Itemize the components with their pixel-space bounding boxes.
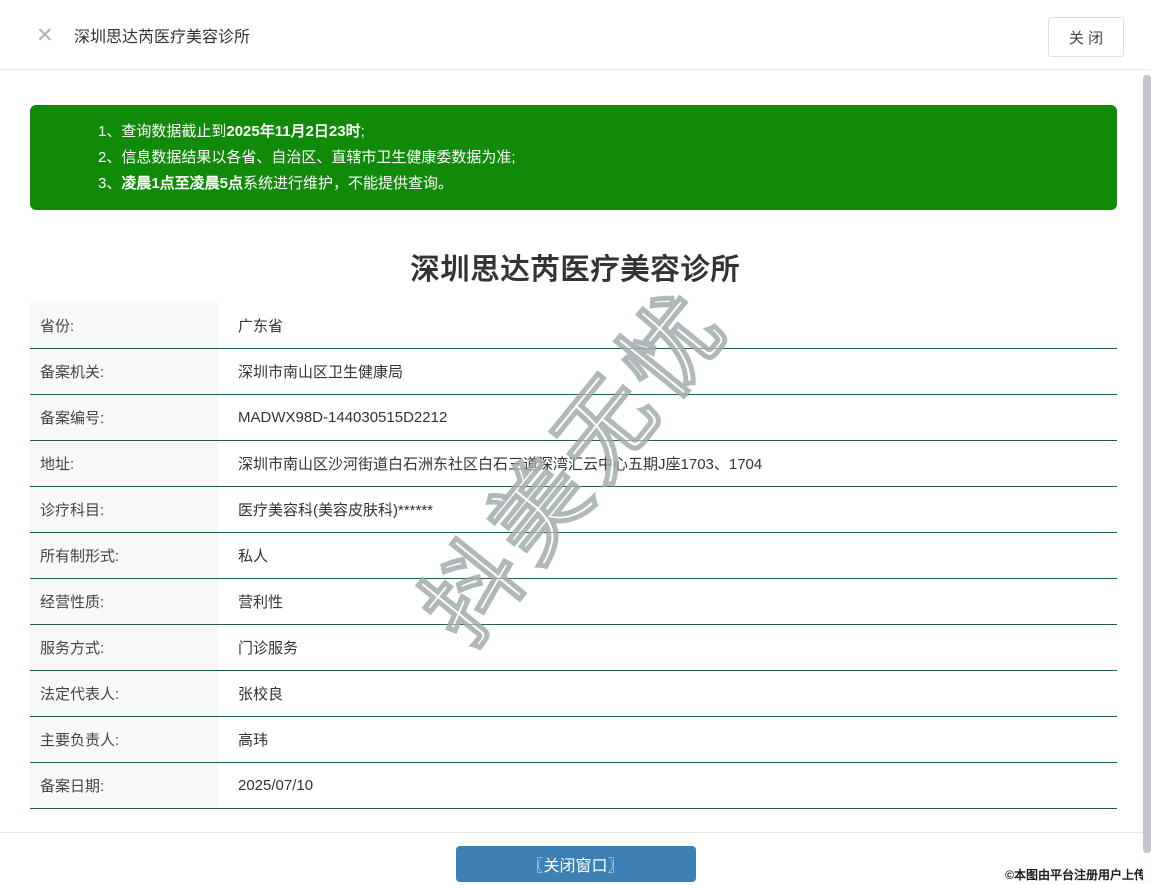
notice-line-3: 3、凌晨1点至凌晨5点系统进行维护，不能提供查询。 <box>98 171 1097 197</box>
row-label: 法定代表人: <box>30 671 218 716</box>
notice-line-number: 1、 <box>98 123 122 140</box>
table-row-legal-representative: 法定代表人: 张校良 <box>30 671 1117 717</box>
row-value: 2025/07/10 <box>238 777 314 794</box>
row-label: 地址: <box>30 441 218 486</box>
notice-line-text: ; <box>360 123 365 140</box>
notice-line-1: 1、查询数据截止到2025年11月2日23时; <box>98 119 1097 145</box>
notice-line-text: 信息数据结果以各省、自治区、直辖市卫生健康委数据为准; <box>121 149 516 166</box>
row-label: 备案机关: <box>30 349 218 394</box>
row-value: 深圳市南山区卫生健康局 <box>238 364 404 381</box>
row-value: 营利性 <box>238 594 284 611</box>
top-bar: ✕ 深圳思达芮医疗美容诊所 关 闭 <box>0 0 1151 70</box>
scrollbar-track[interactable] <box>1143 71 1151 885</box>
upload-note-watermark: ©本图由平台注册用户上传 <box>1005 868 1146 882</box>
footer-divider <box>0 832 1151 833</box>
row-value: 门诊服务 <box>238 640 299 657</box>
row-value: 医疗美容科(美容皮肤科)****** <box>238 502 434 519</box>
close-window-button[interactable]: 〖关闭窗口〗 <box>455 846 696 882</box>
table-row-principal: 主要负责人: 高玮 <box>30 717 1117 763</box>
row-label: 诊疗科目: <box>30 487 218 532</box>
table-row-ownership: 所有制形式: 私人 <box>30 533 1117 579</box>
row-value: 广东省 <box>238 318 284 335</box>
notice-line-bold: 2025年11月2日23时 <box>226 123 361 140</box>
row-label: 所有制形式: <box>30 533 218 578</box>
info-table: 省份: 广东省 备案机关: 深圳市南山区卫生健康局 备案编号: MADWX98D… <box>30 303 1117 809</box>
row-value: MADWX98D-144030515D2212 <box>238 409 448 426</box>
table-row-filing-number: 备案编号: MADWX98D-144030515D2212 <box>30 395 1117 441</box>
table-row-service-mode: 服务方式: 门诊服务 <box>30 625 1117 671</box>
close-button[interactable]: 关 闭 <box>1048 17 1124 57</box>
row-value: 高玮 <box>238 732 269 749</box>
table-row-business-nature: 经营性质: 营利性 <box>30 579 1117 625</box>
row-label: 省份: <box>30 303 218 348</box>
table-row-filing-date: 备案日期: 2025/07/10 <box>30 763 1117 809</box>
page-title: 深圳思达芮医疗美容诊所 <box>410 254 741 286</box>
row-label: 经营性质: <box>30 579 218 624</box>
window-title: 深圳思达芮医疗美容诊所 <box>74 29 251 46</box>
notice-line-text: 系统进行维护，不能提供查询。 <box>243 175 454 192</box>
close-x-icon[interactable]: ✕ <box>36 0 54 70</box>
table-row-province: 省份: 广东省 <box>30 303 1117 349</box>
row-label: 备案编号: <box>30 395 218 440</box>
row-value: 私人 <box>238 548 269 565</box>
scrollbar-thumb[interactable] <box>1143 75 1151 853</box>
row-label: 主要负责人: <box>30 717 218 762</box>
row-value: 张校良 <box>238 686 284 703</box>
notice-line-number: 2、 <box>98 149 122 166</box>
row-value: 深圳市南山区沙河街道白石洲东社区白石三道深湾汇云中心五期J座1703、1704 <box>238 456 763 473</box>
table-row-filing-authority: 备案机关: 深圳市南山区卫生健康局 <box>30 349 1117 395</box>
row-label: 服务方式: <box>30 625 218 670</box>
notice-line-2: 2、信息数据结果以各省、自治区、直辖市卫生健康委数据为准; <box>98 145 1097 171</box>
notice-line-number: 3、 <box>98 175 122 192</box>
row-label: 备案日期: <box>30 763 218 808</box>
notice-box: 1、查询数据截止到2025年11月2日23时; 2、信息数据结果以各省、自治区、… <box>30 105 1117 210</box>
table-row-medical-subjects: 诊疗科目: 医疗美容科(美容皮肤科)****** <box>30 487 1117 533</box>
table-row-address: 地址: 深圳市南山区沙河街道白石洲东社区白石三道深湾汇云中心五期J座1703、1… <box>30 441 1117 487</box>
notice-line-bold: 凌晨1点至凌晨5点 <box>121 175 244 192</box>
notice-line-text: 查询数据截止到 <box>121 123 227 140</box>
